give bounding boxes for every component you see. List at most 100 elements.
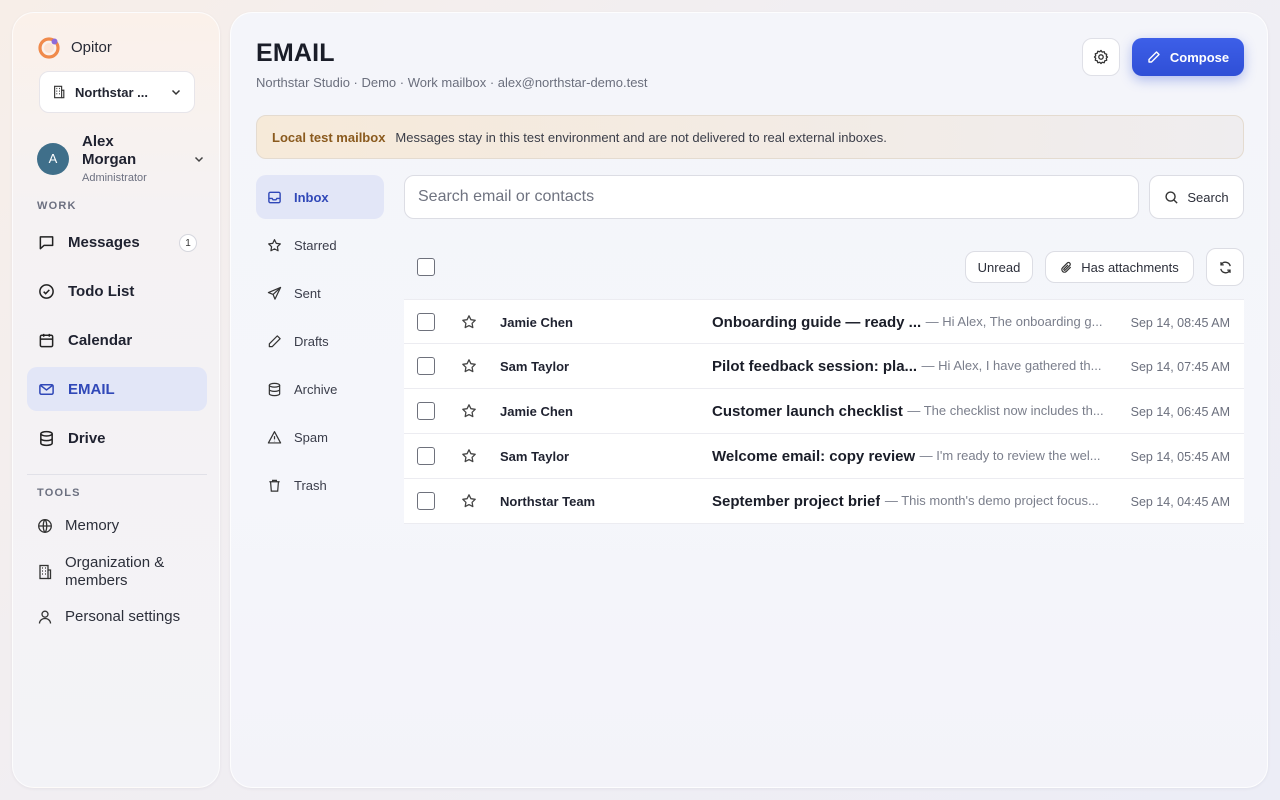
star-icon[interactable] [461, 403, 477, 419]
page-title: EMAIL [256, 39, 335, 67]
sidebar-item-personal-settings[interactable]: Personal settings [27, 608, 207, 626]
folder-trash[interactable]: Trash [256, 463, 384, 507]
archive-icon [268, 382, 281, 396]
chevron-down-icon [171, 89, 181, 96]
test-mailbox-notice: Local test mailbox Messages stay in this… [256, 115, 1244, 159]
star-icon [268, 238, 281, 251]
database-icon [40, 430, 53, 446]
folder-archive[interactable]: Archive [256, 367, 384, 411]
building-icon [39, 564, 52, 580]
email-sender: Sam Taylor [500, 449, 570, 464]
email-snippet: — The checklist now includes th... [907, 403, 1104, 418]
row-checkbox[interactable] [417, 447, 435, 465]
row-checkbox[interactable] [417, 357, 435, 375]
search-button[interactable]: Search [1149, 175, 1244, 219]
row-checkbox[interactable] [417, 492, 435, 510]
compose-button[interactable]: Compose [1132, 38, 1244, 76]
sidebar-item-label: EMAIL [68, 380, 115, 398]
sidebar-item-todo-list[interactable]: Todo List [27, 269, 207, 313]
email-subject: Customer launch checklist [712, 403, 903, 420]
sidebar-item-calendar[interactable]: Calendar [27, 318, 207, 362]
sidebar-item-messages[interactable]: Messages 1 [27, 220, 207, 264]
notice-text: Messages stay in this test environment a… [395, 129, 887, 145]
tools-section-label: TOOLS [37, 487, 81, 499]
paperclip-icon [1061, 261, 1072, 273]
email-date: Sep 14, 08:45 AM [1130, 316, 1230, 330]
email-row[interactable]: Sam Taylor Pilot feedback session: pla..… [404, 344, 1244, 389]
workspace-switcher[interactable]: Northstar ... [39, 71, 195, 113]
folder-drafts[interactable]: Drafts [256, 319, 384, 363]
email-snippet: — Hi Alex, I have gathered th... [921, 358, 1102, 373]
email-subject: Onboarding guide — ready ... [712, 314, 922, 331]
email-snippet: — Hi Alex, The onboarding g... [925, 314, 1103, 329]
sidebar-item-label: Calendar [68, 331, 133, 349]
mailbox-subtitle: Northstar Studio · Demo · Work mailbox ·… [256, 75, 648, 90]
user-icon [38, 610, 52, 624]
search-button-label: Search [1187, 189, 1229, 205]
brand[interactable]: Opitor [37, 35, 112, 59]
unread-filter-button[interactable]: Unread [965, 251, 1033, 283]
email-date: Sep 14, 04:45 AM [1130, 495, 1230, 509]
sidebar-item-organization[interactable]: Organization & members [27, 554, 207, 590]
mail-icon [39, 383, 54, 395]
unread-filter-label: Unread [977, 259, 1021, 275]
email-subject: Welcome email: copy review [712, 448, 916, 465]
refresh-icon [1219, 261, 1231, 273]
main-panel: EMAIL Northstar Studio · Demo · Work mai… [230, 12, 1268, 788]
folder-sent[interactable]: Sent [256, 271, 384, 315]
folder-label: Inbox [294, 189, 329, 205]
email-snippet: — I'm ready to review the wel... [919, 448, 1101, 463]
email-list: Jamie Chen Onboarding guide — ready ... … [404, 299, 1244, 524]
folder-starred[interactable]: Starred [256, 223, 384, 267]
sidebar-item-drive[interactable]: Drive [27, 416, 207, 460]
star-icon[interactable] [461, 358, 477, 374]
trash-icon [269, 479, 280, 492]
search-input[interactable] [404, 175, 1139, 219]
gear-icon [1093, 49, 1109, 65]
sidebar-item-label: Todo List [68, 282, 135, 300]
pencil-icon [268, 334, 281, 347]
star-icon[interactable] [461, 314, 477, 330]
user-role: Administrator [82, 172, 147, 184]
sidebar-item-label: Personal settings [65, 608, 181, 625]
folder-label: Trash [294, 477, 327, 493]
row-checkbox[interactable] [417, 402, 435, 420]
sidebar: Opitor Northstar ... A Alex Morgan Admin… [12, 12, 220, 788]
email-row[interactable]: Jamie Chen Customer launch checklist — T… [404, 389, 1244, 434]
email-row[interactable]: Sam Taylor Welcome email: copy review — … [404, 434, 1244, 479]
has-attachments-filter-button[interactable]: Has attachments [1045, 251, 1194, 283]
refresh-button[interactable] [1206, 248, 1244, 286]
inbox-icon [268, 191, 281, 203]
user-name: Alex Morgan [82, 133, 137, 168]
folder-inbox[interactable]: Inbox [256, 175, 384, 219]
email-row[interactable]: Northstar Team September project brief —… [404, 479, 1244, 524]
building-icon [54, 85, 65, 99]
email-sender: Northstar Team [500, 494, 596, 509]
folder-label: Starred [294, 237, 337, 253]
settings-button[interactable] [1082, 38, 1120, 76]
user-menu[interactable]: A Alex Morgan Administrator [37, 133, 205, 184]
folder-spam[interactable]: Spam [256, 415, 384, 459]
message-icon [39, 235, 54, 249]
email-sender: Jamie Chen [500, 315, 573, 330]
email-date: Sep 14, 06:45 AM [1130, 405, 1230, 419]
chevron-down-icon [194, 156, 204, 162]
sidebar-item-memory[interactable]: Memory [27, 517, 207, 535]
send-icon [267, 286, 282, 300]
star-icon[interactable] [461, 493, 477, 509]
globe-icon [38, 519, 52, 533]
select-all-checkbox[interactable] [417, 258, 435, 276]
has-attachments-label: Has attachments [1081, 259, 1179, 275]
email-row[interactable]: Jamie Chen Onboarding guide — ready ... … [404, 299, 1244, 344]
sidebar-item-label: Memory [65, 517, 120, 534]
email-subject: Pilot feedback session: pla... [712, 358, 918, 375]
star-icon[interactable] [461, 448, 477, 464]
folder-label: Sent [294, 285, 321, 301]
email-subject: September project brief [712, 493, 881, 510]
avatar: A [37, 142, 69, 175]
row-checkbox[interactable] [417, 313, 435, 331]
sidebar-item-label: Drive [68, 429, 106, 447]
email-snippet: — This month's demo project focus... [884, 493, 1099, 508]
warning-icon [267, 430, 282, 444]
sidebar-item-email[interactable]: EMAIL [27, 367, 207, 411]
